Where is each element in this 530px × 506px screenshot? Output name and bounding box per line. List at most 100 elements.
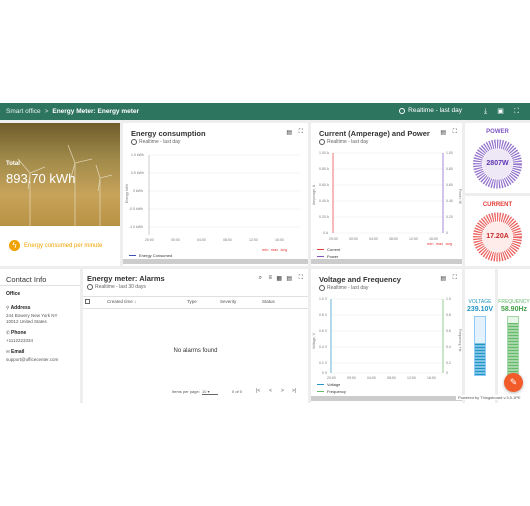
y2-tick: 0 [446,231,448,235]
voltage-bar-track [474,316,486,376]
legend-frequency[interactable]: Frequency [317,389,346,394]
column-type[interactable]: Type [187,299,197,304]
columns-icon[interactable]: ▦ [276,275,282,282]
items-per-page-select[interactable]: 10 ▾ [202,389,218,395]
column-severity[interactable]: Severity [220,299,236,304]
x-tick: 16:00 [427,376,436,380]
powered-by[interactable]: Powered by Thingsboard v.3.5.1PE [456,395,523,400]
y-tick: 1.0 kWh [131,153,144,157]
fullscreen-icon[interactable]: ⛶ [299,275,303,282]
card-subtitle: Realtime - last 30 days [87,284,146,290]
bar-title: FREQUENCY [498,299,530,305]
x-tick: 08:00 [223,238,232,242]
y-tick: 0.80 A [319,167,330,171]
email-label: ✉ Email [6,349,25,355]
phone-value[interactable]: +1112223334 [6,338,33,343]
y-tick: 0.2 V [319,361,328,365]
x-tick: 12:00 [407,376,416,380]
power-gauge-card: POWER 2807W [465,123,530,193]
divider [83,296,308,297]
power-gauge [473,139,522,189]
breadcrumb-separator: > [44,108,49,115]
timewindow-selector[interactable]: Realtime - last day [399,107,462,114]
address-line-1: 244 Bowery New York NY [6,313,58,318]
column-created-time[interactable]: Created time ↓ [107,299,136,304]
image-export-icon[interactable]: ▣ [496,107,505,116]
current-power-card: Current (Amperage) and Power Realtime - … [311,123,462,266]
next-page-icon[interactable]: > [281,388,284,394]
breadcrumb-current: Energy Meter: Energy meter [52,108,140,115]
x-tick: 12:00 [409,237,418,241]
total-value: 893.70 kWh [6,171,76,186]
x-tick: 20:00 [329,237,338,241]
voltage-frequency-card: Voltage and Frequency Realtime - last da… [311,269,462,403]
current-gauge-card: CURRENT 17.20A [465,196,530,266]
legend-stats: min max avg [262,247,287,252]
x-tick: 00:00 [347,376,356,380]
export-icon[interactable]: ▤ [286,275,292,282]
y-axis-label: Voltage, V [312,332,316,349]
column-status[interactable]: Status [262,299,275,304]
x-tick: 20:00 [327,376,336,380]
y2-tick: 0 [446,371,448,375]
y-tick: 0.8 V [319,313,328,317]
x-tick: 04:00 [197,238,206,242]
y-axis-label: Energy kWh [125,184,129,203]
empty-message: No alarms found [173,348,218,354]
x-tick: 00:00 [349,237,358,241]
y-tick: -1.0 kWh [129,225,143,229]
frequency-bar-track [507,316,519,376]
y2-tick: 0.60 [446,183,453,187]
email-value[interactable]: support@officecenter.com [6,357,58,362]
legend-energy-consumed[interactable]: Energy Consumed [129,253,172,258]
download-icon[interactable]: ⤓ [481,107,490,116]
clock-icon [87,284,93,290]
y-tick: 0.40 A [319,199,330,203]
y2-tick: 0.20 [446,215,453,219]
edit-fab-button[interactable]: ✎ [504,373,523,392]
y2-tick: 0.4 [446,345,451,349]
lightning-icon: ϟ [9,240,20,251]
legend-voltage[interactable]: Voltage [317,382,340,387]
email-icon: ✉ [6,349,10,354]
power-value: 2807W [486,160,509,167]
dashboard: Smart office > Energy Meter: Energy mete… [0,103,530,403]
search-icon[interactable]: ⌕ [259,275,262,282]
y2-axis-label: Power, W [458,189,462,205]
bar-title: VOLTAGE [468,299,492,305]
chart-scrollbar[interactable] [311,396,462,401]
y2-tick: 1.00 [446,151,453,155]
x-tick: 00:00 [171,238,180,242]
y-tick: 0 A [323,231,329,235]
energy-per-minute-card[interactable]: ϟ Energy consumed per minute [0,226,120,266]
divider [83,308,308,309]
y-tick: 1.0 V [319,297,328,301]
x-tick: 08:00 [389,237,398,241]
prev-page-icon[interactable]: < [269,388,272,394]
chart-scrollbar[interactable] [311,259,462,264]
filter-icon[interactable]: ≡ [268,275,272,281]
energy-consumption-card: Energy consumption Realtime - last day ▤… [123,123,308,266]
dashboard-toolbar: Smart office > Energy Meter: Energy mete… [0,103,530,120]
y2-tick: 0.6 [446,329,451,333]
items-per-page-label: Items per page: [172,389,200,394]
select-all-checkbox[interactable] [85,299,90,304]
x-tick: 16:00 [275,238,284,242]
y-tick: 0.20 A [319,215,330,219]
legend-stats: min max avg [427,241,452,246]
chart-scrollbar[interactable] [123,259,308,264]
first-page-icon[interactable]: |< [256,388,260,394]
x-tick: 20:00 [145,238,154,242]
contact-info-card: Contact Info Office ⚲ Address 244 Bowery… [0,269,80,403]
legend-current[interactable]: Current [317,247,340,252]
y2-tick: 0.2 [446,361,451,365]
y-tick: 1.00 A [319,151,330,155]
total-label: Total [6,161,20,167]
y-tick: -0.5 kWh [129,207,143,211]
current-gauge [473,212,522,262]
fullscreen-icon[interactable]: ⛶ [512,107,521,116]
legend-power[interactable]: Power [317,254,338,259]
last-page-icon[interactable]: >| [292,388,296,394]
breadcrumb-smart-office[interactable]: Smart office [6,108,41,115]
y-tick: 0 kWh [133,189,143,193]
